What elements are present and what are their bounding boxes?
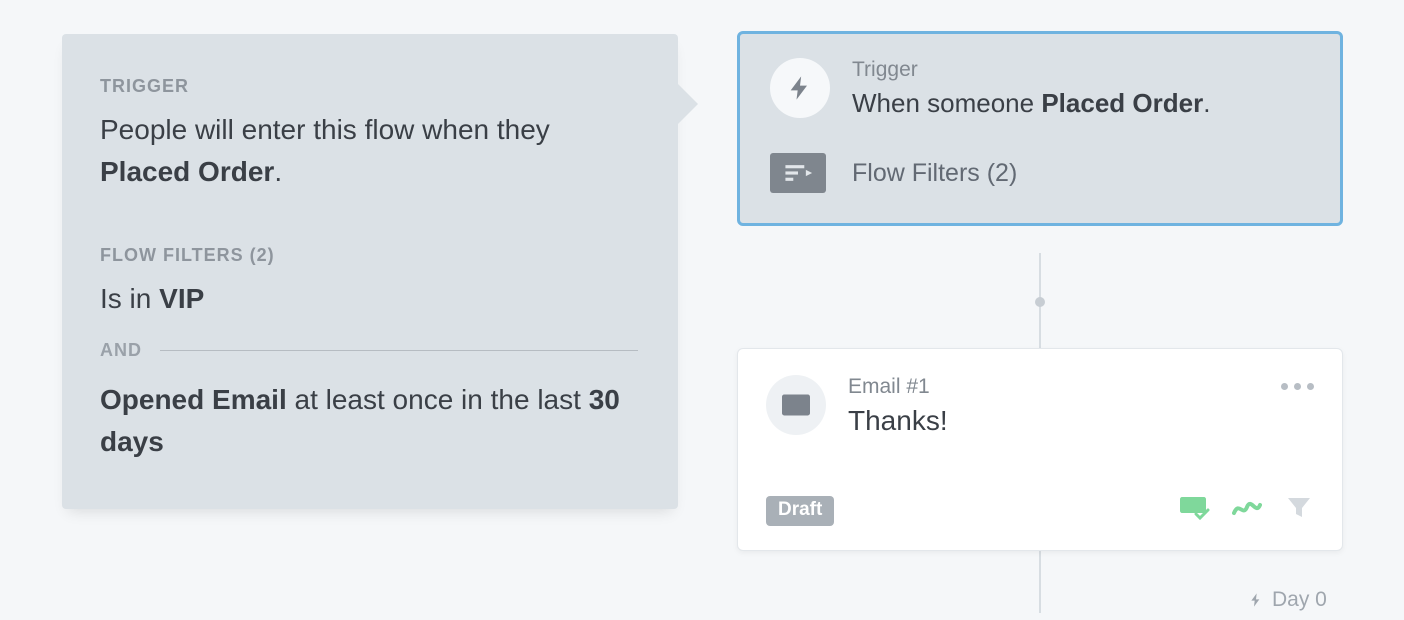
envelope-icon xyxy=(766,375,826,435)
trigger-card-label: Trigger xyxy=(852,58,1210,82)
trigger-card[interactable]: Trigger When someone Placed Order. Flow … xyxy=(737,31,1343,226)
day-marker: Day 0 xyxy=(1248,588,1327,612)
flow-filters-section-label: FLOW FILTERS (2) xyxy=(100,245,638,266)
lightning-small-icon xyxy=(1248,590,1264,610)
more-options-icon[interactable] xyxy=(1281,375,1314,390)
divider-rule xyxy=(160,350,638,351)
trigger-card-filters-label: Flow Filters (2) xyxy=(852,159,1017,188)
flow-filter-1: Is in VIP xyxy=(100,278,638,320)
trigger-section-label: TRIGGER xyxy=(100,76,638,97)
lightning-icon xyxy=(770,58,830,118)
status-badge: Draft xyxy=(766,496,834,526)
filter-list-icon xyxy=(770,153,826,193)
trigger-card-filters-row[interactable]: Flow Filters (2) xyxy=(770,153,1310,193)
mail-check-icon xyxy=(1180,495,1210,526)
flow-filter-2: Opened Email at least once in the last 3… xyxy=(100,379,638,463)
and-label: AND xyxy=(100,340,142,361)
day-marker-label: Day 0 xyxy=(1272,588,1327,612)
email-card-indicators xyxy=(1180,495,1314,526)
email-card-label: Email #1 xyxy=(848,375,1259,399)
trigger-desc-prefix: People will enter this flow when they xyxy=(100,114,550,145)
trigger-desc-suffix: . xyxy=(274,156,282,187)
trigger-card-sentence: When someone Placed Order. xyxy=(852,88,1210,119)
analytics-wave-icon xyxy=(1232,495,1262,526)
trigger-description: People will enter this flow when they Pl… xyxy=(100,109,638,193)
trigger-desc-event: Placed Order xyxy=(100,156,274,187)
trigger-details-tooltip: TRIGGER People will enter this flow when… xyxy=(62,34,678,509)
funnel-filter-icon xyxy=(1284,495,1314,526)
flow-canvas: TRIGGER People will enter this flow when… xyxy=(0,0,1404,620)
email-card[interactable]: Email #1 Thanks! Draft xyxy=(737,348,1343,551)
filter-and-divider: AND xyxy=(100,340,638,361)
email-card-title: Thanks! xyxy=(848,405,1259,437)
flow-connector-node xyxy=(1035,297,1045,307)
